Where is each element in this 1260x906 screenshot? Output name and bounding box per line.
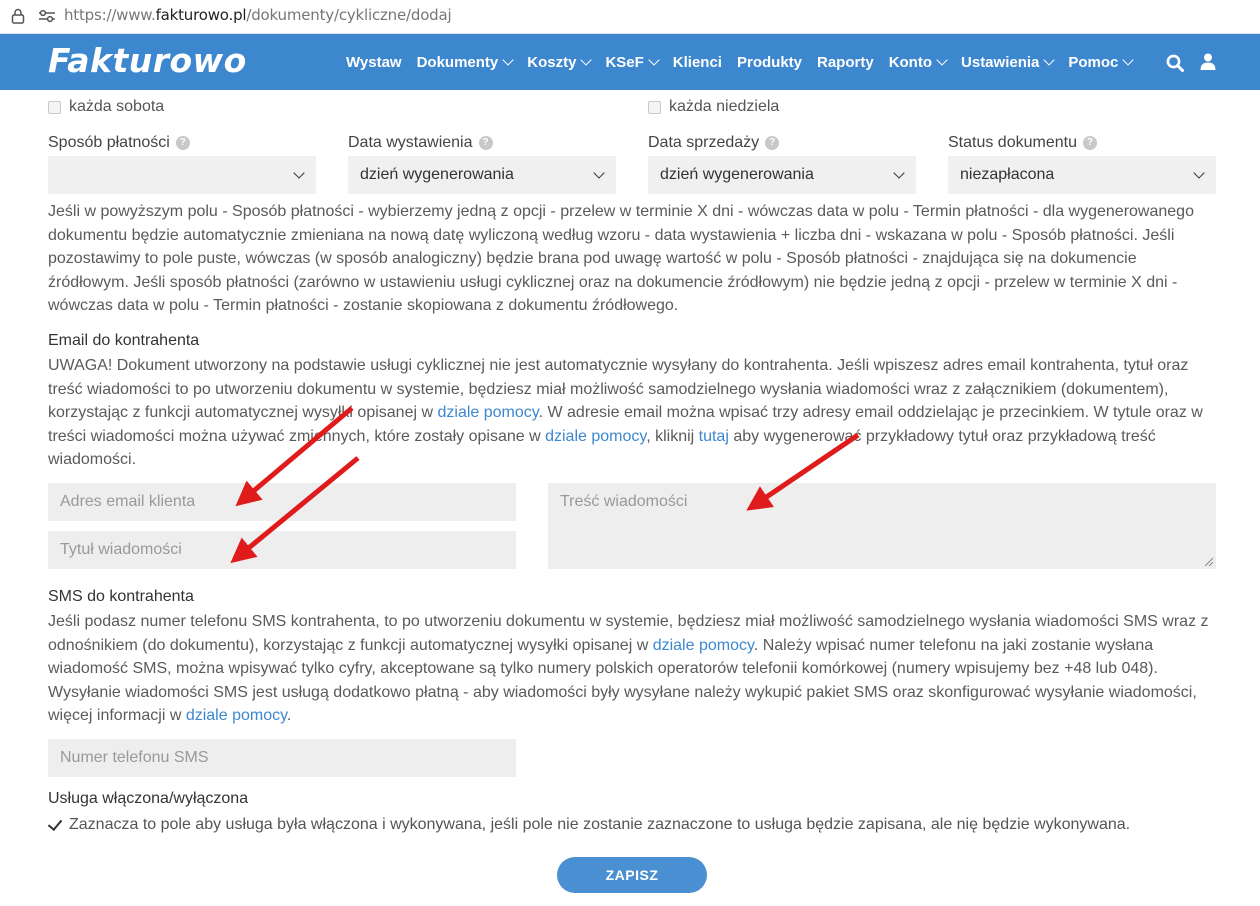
nav-item-label: KSeF [605,53,644,71]
nav-item-pomoc[interactable]: Pomoc [1068,53,1135,71]
nav-item-label: Koszty [527,53,577,71]
email-info-text: UWAGA! Dokument utworzony na podstawie u… [48,354,1218,472]
resize-handle-icon[interactable] [1204,557,1213,566]
issue-date-select[interactable]: dzień wygenerowania [348,156,616,194]
service-enabled-row[interactable]: Zaznacza to pole aby usługa była włączon… [48,816,1130,834]
recurrence-saturday[interactable]: każda sobota [48,98,164,116]
message-title-input[interactable]: Tytuł wiadomości [48,531,516,569]
url-domain: fakturowo.pl [155,6,247,24]
chevron-down-icon [1193,167,1205,179]
main-menu: Wystaw Dokumenty Koszty KSeF Klienci Produkty… [346,34,1147,90]
chevron-down-icon [648,53,660,66]
help-link[interactable]: dziale pomocy [437,404,538,421]
nav-item-ksef[interactable]: KSeF [605,53,660,71]
doc-status-value: niezapłacona [960,166,1055,183]
nav-item-label: Klienci [672,53,722,71]
url-prefix: https://www. [64,6,156,24]
nav-item-label: Raporty [817,53,874,71]
nav-item-raporty[interactable]: Raporty [817,54,874,71]
service-enabled-checkbox[interactable] [48,818,62,832]
logo[interactable]: Fakturowo [48,41,247,80]
site-settings-icon[interactable] [38,9,56,23]
recurrence-sunday[interactable]: każda niedziela [648,98,779,116]
nav-item-klienci[interactable]: Klienci [673,54,722,71]
sms-phone-input[interactable]: Numer telefonu SMS [48,739,516,777]
issue-date-label-text: Data wystawienia [348,134,473,151]
sale-date-select[interactable]: dzień wygenerowania [648,156,916,194]
nav-item-label: Wystaw [346,53,402,71]
chevron-down-icon [293,167,305,179]
help-icon[interactable]: ? [175,136,190,150]
chevron-down-icon [1043,53,1056,66]
payment-method-label: Sposób płatności? [48,134,190,152]
payment-method-label-text: Sposób płatności [48,134,170,151]
sms-text-3: . [286,707,292,725]
chevron-down-icon [593,167,605,179]
nav-item-koszty[interactable]: Koszty [527,53,593,71]
chevron-down-icon [1122,53,1135,66]
url-text[interactable]: https://www.fakturowo.pl/dokumenty/cykli… [64,6,452,24]
help-icon[interactable]: ? [478,136,493,150]
chevron-down-icon [936,53,948,66]
message-body-textarea[interactable]: Treść wiadomości [548,483,1216,569]
sale-date-label: Data sprzedaży? [648,134,780,152]
generate-example-link[interactable]: tutaj [699,428,729,445]
help-icon[interactable]: ? [765,136,780,150]
url-path: /dokumenty/cykliczne/dodaj [246,6,452,24]
nav-item-label: Pomoc [1068,53,1119,71]
saturday-checkbox[interactable] [48,100,61,114]
nav-item-label: Produkty [736,53,802,71]
chevron-down-icon [580,53,593,66]
email-heading: Email do kontrahenta [48,332,200,349]
nav-item-dokumenty[interactable]: Dokumenty [416,53,514,71]
message-body-placeholder: Treść wiadomości [560,493,688,510]
sunday-label: każda niedziela [669,98,780,115]
sms-heading: SMS do kontrahenta [48,588,194,605]
service-enabled-label: Zaznacza to pole aby usługa była włączon… [69,816,1131,833]
nav-item-label: Dokumenty [416,53,499,71]
nav-item-ustawienia[interactable]: Ustawienia [961,53,1056,71]
sms-info-text: Jeśli podasz numer telefonu SMS kontrahe… [48,610,1218,728]
help-link[interactable]: dziale pomocy [545,428,646,445]
sale-date-label-text: Data sprzedaży [648,134,760,151]
issue-date-value: dzień wygenerowania [360,166,514,183]
nav-item-produkty[interactable]: Produkty [737,54,802,71]
help-link[interactable]: dziale pomocy [186,707,287,724]
nav-item-label: Konto [888,53,933,71]
help-icon[interactable]: ? [1082,136,1097,150]
save-button[interactable]: ZAPISZ [557,857,707,893]
doc-status-label-text: Status dokumentu [948,134,1077,151]
issue-date-label: Data wystawienia? [348,134,493,152]
chevron-down-icon [893,167,905,179]
payment-info-text: Jeśli w powyższym polu - Sposób płatnośc… [48,203,1194,315]
user-icon[interactable] [1200,53,1216,70]
sale-date-value: dzień wygenerowania [660,166,814,183]
nav-item-wystaw[interactable]: Wystaw [346,54,402,71]
nav-item-konto[interactable]: Konto [888,53,948,71]
lock-icon [11,8,25,24]
help-link[interactable]: dziale pomocy [653,637,754,654]
doc-status-label: Status dokumentu? [948,134,1097,152]
browser-url-bar[interactable]: https://www.fakturowo.pl/dokumenty/cykli… [0,0,1260,34]
doc-status-select[interactable]: niezapłacona [948,156,1216,194]
sunday-checkbox[interactable] [648,100,661,114]
chevron-down-icon [502,53,514,66]
saturday-label: każda sobota [69,98,165,115]
payment-method-select[interactable] [48,156,316,194]
top-navigation: Fakturowo Wystaw Dokumenty Koszty KSeF Klien… [0,34,1260,90]
search-icon[interactable] [1166,54,1184,72]
service-heading: Usługa włączona/wyłączona [48,790,249,807]
email-text-3: , kliknij [646,427,699,445]
client-email-input[interactable]: Adres email klienta [48,483,516,521]
nav-item-label: Ustawienia [961,53,1040,71]
